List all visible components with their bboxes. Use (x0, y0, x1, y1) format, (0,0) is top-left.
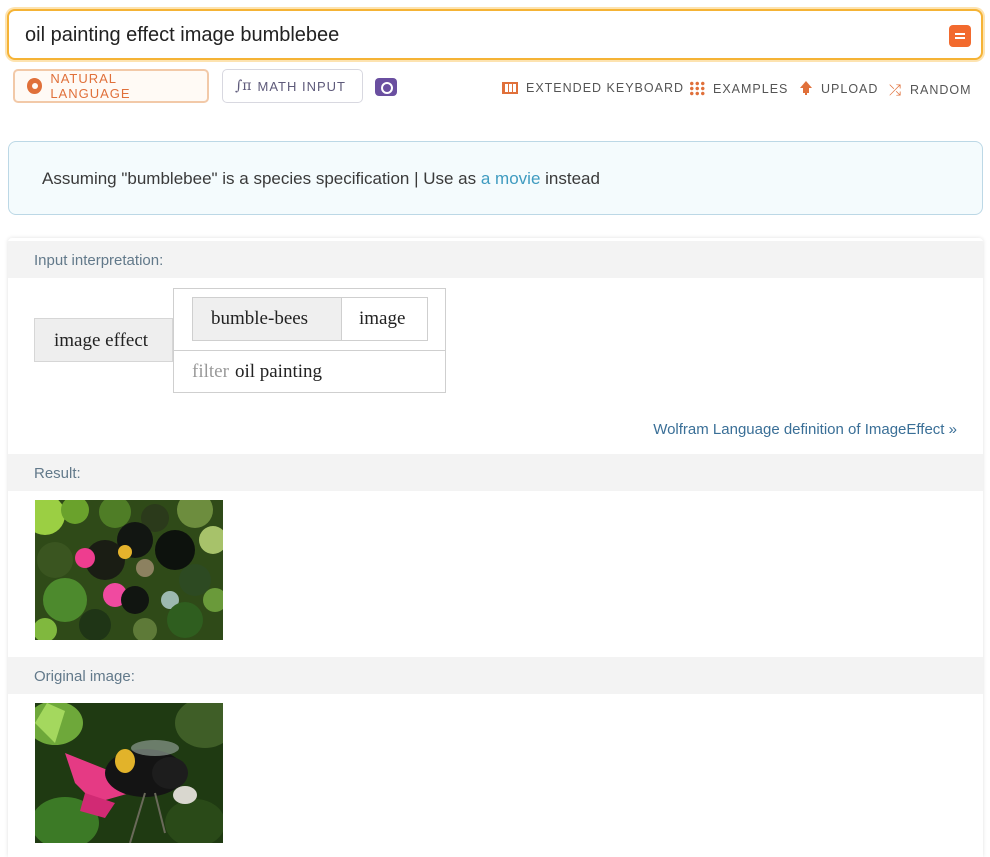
search-query-text: oil painting effect image bumblebee (25, 24, 340, 46)
movie-link[interactable]: a movie (481, 169, 541, 188)
definition-link[interactable]: Wolfram Language definition of ImageEffe… (653, 421, 957, 438)
filter-label: filter (192, 361, 229, 382)
pod-title: Original image: (34, 668, 135, 685)
pod-title: Result: (34, 465, 81, 482)
function-cell: image effect (34, 318, 173, 362)
argument-box: bumble-bees image filter oil painting (173, 288, 446, 393)
compute-button[interactable] (949, 25, 971, 47)
oil-painting-image (35, 500, 223, 640)
results-panel: Input interpretation: image effect bumbl… (8, 238, 983, 857)
shuffle-icon: ⤮ (889, 81, 903, 99)
natural-language-label: NATURAL LANGUAGE (50, 71, 131, 101)
natural-language-button[interactable]: NATURAL LANGUAGE (13, 69, 209, 103)
examples-button[interactable]: EXAMPLES (689, 81, 788, 96)
assumption-banner: Assuming "bumblebee" is a species specif… (8, 141, 983, 215)
upload-label: UPLOAD (821, 82, 879, 96)
camera-icon[interactable] (375, 78, 397, 96)
search-input[interactable]: oil painting effect image bumblebee (7, 9, 983, 60)
original-image-header: Original image: (8, 657, 983, 694)
math-input-button[interactable]: ∫π MATH INPUT (222, 69, 363, 103)
result-image[interactable] (35, 500, 223, 640)
bumblebee-photo (35, 703, 223, 843)
extended-keyboard-button[interactable]: EXTENDED KEYBOARD (502, 81, 684, 95)
random-label: RANDOM (910, 83, 972, 97)
assumption-prefix: Assuming "bumblebee" is a species specif… (42, 169, 481, 188)
divider (174, 350, 445, 351)
entity-label: bumble-bees (211, 308, 309, 329)
assumption-text: Assuming "bumblebee" is a species specif… (42, 169, 600, 189)
upload-icon (799, 81, 813, 97)
dots-grid-icon (689, 81, 705, 96)
function-label: image effect (54, 330, 149, 351)
entity-row: bumble-bees image (192, 297, 428, 341)
entity-cell: bumble-bees (193, 298, 342, 340)
pod-title: Input interpretation: (34, 252, 164, 269)
keyboard-icon (502, 82, 518, 94)
assumption-suffix: instead (540, 169, 600, 188)
extended-keyboard-label: EXTENDED KEYBOARD (526, 81, 685, 95)
original-image[interactable] (35, 703, 223, 843)
random-button[interactable]: ⤮ RANDOM (889, 81, 972, 99)
math-symbol-icon: ∫π (235, 78, 252, 94)
examples-label: EXAMPLES (713, 81, 789, 96)
filter-row: filter oil painting (192, 361, 322, 383)
filter-value: oil painting (234, 361, 323, 382)
result-header: Result: (8, 454, 983, 491)
gear-icon (27, 78, 43, 94)
property-label: image (359, 308, 406, 329)
math-input-label: MATH INPUT (257, 78, 346, 94)
input-interpretation-header: Input interpretation: (8, 241, 983, 278)
upload-button[interactable]: UPLOAD (799, 81, 878, 97)
